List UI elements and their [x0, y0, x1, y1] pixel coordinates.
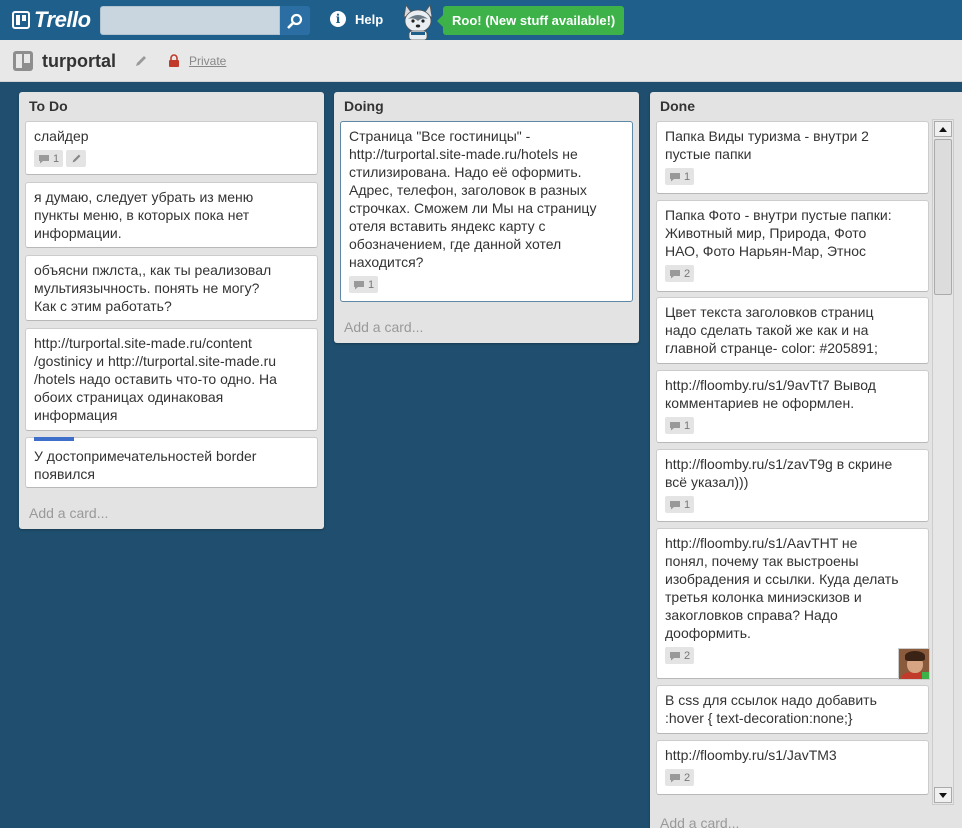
comment-icon — [670, 172, 680, 181]
card-text: Цвет текста заголовков страниц надо сдел… — [665, 304, 878, 356]
info-icon: i — [330, 11, 346, 27]
card-text: http://turportal.site-made.ru/content /g… — [34, 335, 277, 423]
add-card-link[interactable]: Add a card... — [344, 319, 423, 335]
search-button[interactable] — [280, 6, 310, 35]
comment-count: 2 — [684, 267, 691, 280]
card[interactable]: В css для ссылок надо добавить :hover { … — [656, 685, 929, 734]
list-title[interactable]: To Do — [29, 98, 68, 114]
card[interactable]: Папка Виды туризма - внутри 2 пустые пап… — [656, 121, 929, 194]
list-title[interactable]: Done — [660, 98, 695, 114]
trello-logo-icon — [12, 11, 30, 29]
comment-badge: 2 — [665, 647, 695, 664]
list-done: Done Папка Виды туризма - внутри 2 пусты… — [650, 92, 962, 828]
card[interactable]: Цвет текста заголовков страниц надо сдел… — [656, 297, 929, 364]
card-text: http://floomby.ru/s1/9avTt7 Вывод коммен… — [665, 377, 876, 411]
card-badges: 1 — [665, 496, 920, 513]
card[interactable]: http://floomby.ru/s1/9avTt7 Вывод коммен… — [656, 370, 929, 443]
avatar-hair — [905, 651, 925, 661]
comment-icon — [670, 773, 680, 782]
card[interactable]: http://floomby.ru/s1/JavTM3 2 — [656, 740, 929, 795]
card-text: http://floomby.ru/s1/JavTM3 — [665, 747, 837, 763]
visibility-link[interactable]: Private — [189, 54, 226, 68]
board-header: turportal Private — [0, 40, 962, 82]
comment-icon — [354, 280, 364, 289]
card-text: В css для ссылок надо добавить :hover { … — [665, 692, 877, 726]
taco-mascot-icon[interactable] — [400, 3, 436, 40]
list-to-do: To Do слайдер 1 я думаю, следует убрать … — [19, 92, 324, 529]
comment-count: 1 — [684, 419, 691, 432]
comment-count: 1 — [684, 498, 691, 511]
card-text: http://floomby.ru/s1/AavTHT не понял, по… — [665, 535, 899, 641]
card[interactable]: У достопримечательностей border появился — [25, 437, 318, 488]
comment-count: 1 — [368, 278, 375, 291]
card-badges: 1 — [665, 168, 920, 185]
comment-badge: 1 — [665, 417, 695, 434]
comment-count: 2 — [684, 771, 691, 784]
comment-badge: 2 — [665, 769, 695, 786]
search-input[interactable] — [100, 6, 280, 35]
card-badges: 1 — [349, 276, 624, 293]
scroll-thumb[interactable] — [934, 139, 952, 295]
card[interactable]: объясни пжлста,, как ты реализовал мульт… — [25, 255, 318, 321]
help-link[interactable]: i Help — [330, 11, 383, 27]
comment-icon — [670, 651, 680, 660]
comment-badge: 1 — [665, 168, 695, 185]
card[interactable]: я думаю, следует убрать из меню пункты м… — [25, 182, 318, 248]
card[interactable]: http://turportal.site-made.ru/content /g… — [25, 328, 318, 431]
list-title[interactable]: Doing — [344, 98, 384, 114]
search-icon — [287, 13, 303, 28]
board-icon — [13, 51, 33, 71]
add-card-link[interactable]: Add a card... — [29, 505, 108, 521]
card[interactable]: Страница "Все гостиницы" - http://turpor… — [340, 121, 633, 302]
top-bar: Trello i Help Roo! (New stuff available!… — [0, 0, 962, 40]
card[interactable]: http://floomby.ru/s1/AavTHT не понял, по… — [656, 528, 930, 680]
card-text: слайдер — [34, 128, 89, 144]
card-badges: 2 — [665, 265, 920, 282]
card-text: Папка Фото - внутри пустые папки: Животн… — [665, 207, 892, 259]
trello-logo[interactable]: Trello — [12, 7, 91, 32]
card[interactable]: http://floomby.ru/s1/zavT9g в скрине всё… — [656, 449, 929, 522]
comment-count: 2 — [684, 649, 691, 662]
list-doing: Doing Страница "Все гостиницы" - http://… — [334, 92, 639, 343]
arrow-down-icon — [939, 792, 947, 798]
card-text: Страница "Все гостиницы" - http://turpor… — [349, 128, 597, 270]
card-badges: 2 — [665, 769, 920, 786]
comment-badge: 2 — [665, 265, 695, 282]
card-text: объясни пжлста,, как ты реализовал мульт… — [34, 262, 272, 314]
scroll-up-button[interactable] — [934, 121, 952, 137]
list-scrollbar[interactable] — [932, 119, 954, 805]
logo-text: Trello — [34, 7, 91, 32]
card-text: У достопримечательностей border появился — [34, 448, 257, 482]
arrow-up-icon — [939, 126, 947, 132]
card-text: я думаю, следует убрать из меню пункты м… — [34, 189, 254, 241]
lock-icon — [169, 54, 179, 67]
card-badges: 1 — [665, 417, 920, 434]
comment-count: 1 — [53, 152, 60, 165]
card-text: http://floomby.ru/s1/zavT9g в скрине всё… — [665, 456, 893, 490]
new-stuff-notice[interactable]: Roo! (New stuff available!) — [436, 6, 625, 35]
online-status-indicator — [922, 672, 929, 679]
add-card-link[interactable]: Add a card... — [660, 815, 739, 828]
help-label: Help — [355, 11, 384, 27]
comment-count: 1 — [684, 170, 691, 183]
card[interactable]: слайдер 1 — [25, 121, 318, 175]
comment-icon — [670, 269, 680, 278]
card-badges: 2 — [665, 647, 920, 664]
card-badges: 1 — [34, 150, 309, 167]
card-text: Папка Виды туризма - внутри 2 пустые пап… — [665, 128, 869, 162]
comment-icon — [39, 154, 49, 163]
card[interactable]: Папка Фото - внутри пустые папки: Животн… — [656, 200, 929, 292]
edit-pencil-icon[interactable] — [134, 54, 148, 68]
comment-icon — [670, 421, 680, 430]
comment-badge: 1 — [34, 150, 64, 167]
card-label — [34, 437, 74, 441]
comment-badge: 1 — [665, 496, 695, 513]
scroll-down-button[interactable] — [934, 787, 952, 803]
comment-icon — [670, 500, 680, 509]
member-avatar[interactable] — [898, 648, 930, 680]
description-badge — [66, 150, 87, 167]
comment-badge: 1 — [349, 276, 379, 293]
board-title[interactable]: turportal — [42, 51, 116, 72]
pencil-icon — [72, 154, 81, 163]
